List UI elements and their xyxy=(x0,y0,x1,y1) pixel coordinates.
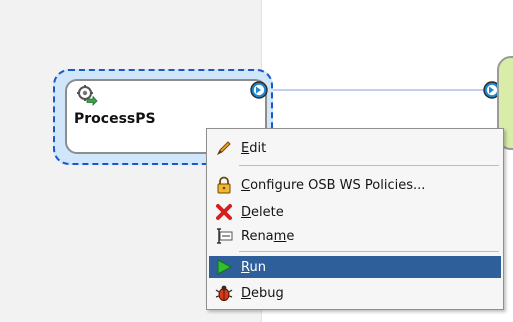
menu-item-run[interactable]: Run xyxy=(209,256,501,278)
menu-separator xyxy=(239,251,499,252)
node-output-port-icon[interactable] xyxy=(250,81,268,99)
menu-item-label: Configure OSB WS Policies... xyxy=(241,177,426,193)
context-menu: Edit Configure OSB WS Policies... Delete xyxy=(206,128,504,310)
menu-item-delete[interactable]: Delete xyxy=(209,201,501,223)
rename-icon xyxy=(215,227,233,245)
node-label: ProcessPS xyxy=(74,111,156,127)
menu-item-label: Debug xyxy=(241,285,284,301)
lock-icon xyxy=(215,176,233,194)
menu-item-label: Rename xyxy=(241,228,295,244)
menu-item-label: Run xyxy=(241,259,266,275)
menu-item-label: Edit xyxy=(241,140,267,156)
menu-item-label: Delete xyxy=(241,204,284,220)
bug-icon xyxy=(215,284,233,302)
menu-item-configure-policies[interactable]: Configure OSB WS Policies... xyxy=(209,174,501,196)
menu-separator xyxy=(239,165,499,166)
red-x-icon xyxy=(215,203,233,221)
menu-item-rename[interactable]: Rename xyxy=(209,225,501,247)
menu-item-debug[interactable]: Debug xyxy=(209,282,501,304)
pencil-icon xyxy=(215,139,233,157)
run-icon xyxy=(215,258,233,276)
wire-connector xyxy=(268,89,492,91)
gear-pipeline-icon xyxy=(76,84,98,106)
menu-item-edit[interactable]: Edit xyxy=(209,137,501,159)
